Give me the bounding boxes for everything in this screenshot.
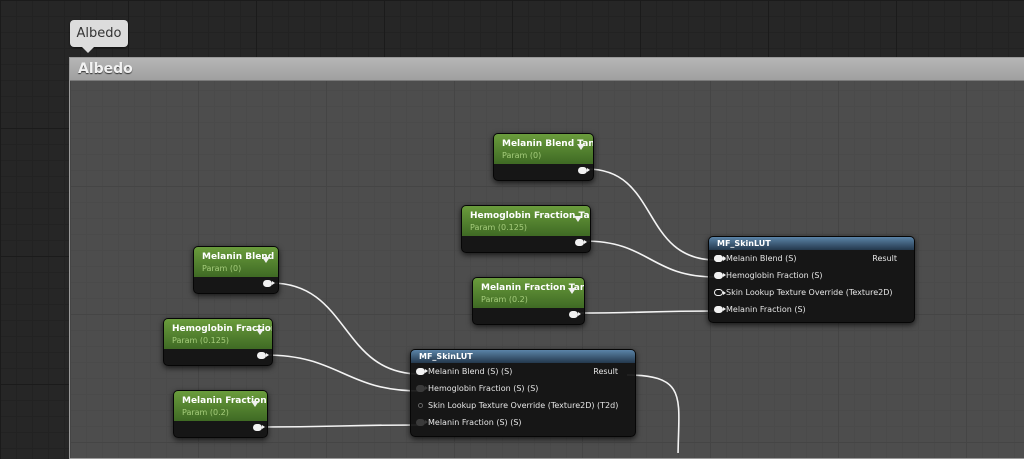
input-row-skin-lookup-texture[interactable]: Skin Lookup Texture Override (Texture2D)… — [411, 397, 635, 414]
input-label: Melanin Blend (S) — [726, 254, 797, 263]
output-pin-icon[interactable] — [575, 239, 587, 246]
wire-melanin-blend-tan[interactable] — [586, 168, 717, 261]
param-subtitle: Param (0.2) — [481, 295, 528, 304]
output-pin-icon[interactable] — [263, 280, 275, 287]
input-row-hemoglobin-fraction[interactable]: Hemoglobin Fraction (S) (S) — [411, 380, 635, 397]
param-node-melanin-fraction[interactable]: Melanin Fraction Param (0.2) — [173, 390, 268, 438]
output-pin-icon[interactable] — [569, 311, 581, 318]
result-pin-icon[interactable] — [714, 255, 726, 262]
input-label: Skin Lookup Texture Override (Texture2D)… — [428, 401, 619, 410]
chevron-down-icon[interactable] — [577, 144, 585, 150]
chevron-down-icon[interactable] — [574, 216, 582, 222]
param-subtitle: Param (0) — [202, 264, 242, 273]
wire-melanin-blend[interactable] — [270, 282, 421, 375]
param-subtitle: Param (0.2) — [182, 408, 229, 417]
chevron-down-icon[interactable] — [262, 257, 270, 263]
input-label: Melanin Blend (S) (S) — [428, 367, 513, 376]
function-node-skinlut-top[interactable]: MF_SkinLUT Melanin Blend (S) Result Hemo… — [708, 236, 915, 323]
param-node-hemoglobin-fraction-tan[interactable]: Hemoglobin Fraction Tan Param (0.125) — [461, 205, 591, 253]
output-pin-icon[interactable] — [578, 167, 590, 174]
input-label: Skin Lookup Texture Override (Texture2D) — [726, 288, 893, 297]
output-pin-icon[interactable] — [257, 352, 269, 359]
param-node-hemoglobin-fraction[interactable]: Hemoglobin Fraction Param (0.125) — [163, 318, 273, 366]
param-title: Melanin Blend — [202, 252, 275, 262]
param-subtitle: Param (0.125) — [470, 223, 528, 232]
chevron-down-icon[interactable] — [251, 401, 259, 407]
chevron-down-icon[interactable] — [568, 288, 576, 294]
result-pin-icon[interactable] — [416, 368, 428, 375]
input-row-melanin-fraction[interactable]: Melanin Fraction (S) — [709, 301, 914, 318]
input-label: Melanin Fraction (S) (S) — [428, 418, 522, 427]
param-title: Melanin Fraction — [182, 396, 267, 406]
output-label: Result — [593, 367, 618, 376]
input-label: Hemoglobin Fraction (S) — [726, 271, 823, 280]
param-node-melanin-blend-tan[interactable]: Melanin Blend Tan Param (0) — [493, 133, 594, 181]
input-pin-icon[interactable] — [418, 403, 423, 408]
input-row-melanin-fraction[interactable]: Melanin Fraction (S) (S) — [411, 414, 635, 431]
function-title: MF_SkinLUT — [411, 350, 635, 363]
input-row-melanin-blend[interactable]: Melanin Blend (S) Result — [709, 250, 914, 267]
input-pin-icon[interactable] — [714, 289, 726, 296]
function-node-skinlut-bottom[interactable]: MF_SkinLUT Melanin Blend (S) (S) Result … — [410, 349, 636, 437]
wire-hemoglobin-fraction[interactable] — [264, 354, 421, 392]
input-row-melanin-blend[interactable]: Melanin Blend (S) (S) Result — [411, 363, 635, 380]
wire-hemoglobin-fraction-tan[interactable] — [583, 240, 717, 278]
input-pin-icon[interactable] — [714, 306, 726, 313]
chevron-down-icon[interactable] — [256, 329, 264, 335]
output-pin-icon[interactable] — [253, 424, 265, 431]
param-node-melanin-fraction-tan[interactable]: Melanin Fraction Tan Param (0.2) — [472, 277, 585, 325]
wire-melanin-fraction[interactable] — [260, 424, 421, 428]
input-pin-icon[interactable] — [714, 272, 726, 279]
param-title: Melanin Blend Tan — [502, 139, 594, 149]
input-label: Hemoglobin Fraction (S) (S) — [428, 384, 539, 393]
param-title: Hemoglobin Fraction Tan — [470, 211, 591, 221]
param-subtitle: Param (0) — [502, 151, 542, 160]
function-title: MF_SkinLUT — [709, 237, 914, 250]
input-pin-icon[interactable] — [416, 385, 428, 392]
input-label: Melanin Fraction (S) — [726, 305, 806, 314]
input-pin-icon[interactable] — [416, 419, 428, 426]
param-title: Melanin Fraction Tan — [481, 283, 585, 293]
input-row-skin-lookup-texture[interactable]: Skin Lookup Texture Override (Texture2D) — [709, 284, 914, 301]
param-node-melanin-blend[interactable]: Melanin Blend Param (0) — [193, 246, 279, 294]
param-subtitle: Param (0.125) — [172, 336, 230, 345]
input-row-hemoglobin-fraction[interactable]: Hemoglobin Fraction (S) — [709, 267, 914, 284]
wire-melanin-fraction-tan[interactable] — [577, 310, 717, 314]
output-label: Result — [872, 254, 897, 263]
param-title: Hemoglobin Fraction — [172, 324, 273, 334]
